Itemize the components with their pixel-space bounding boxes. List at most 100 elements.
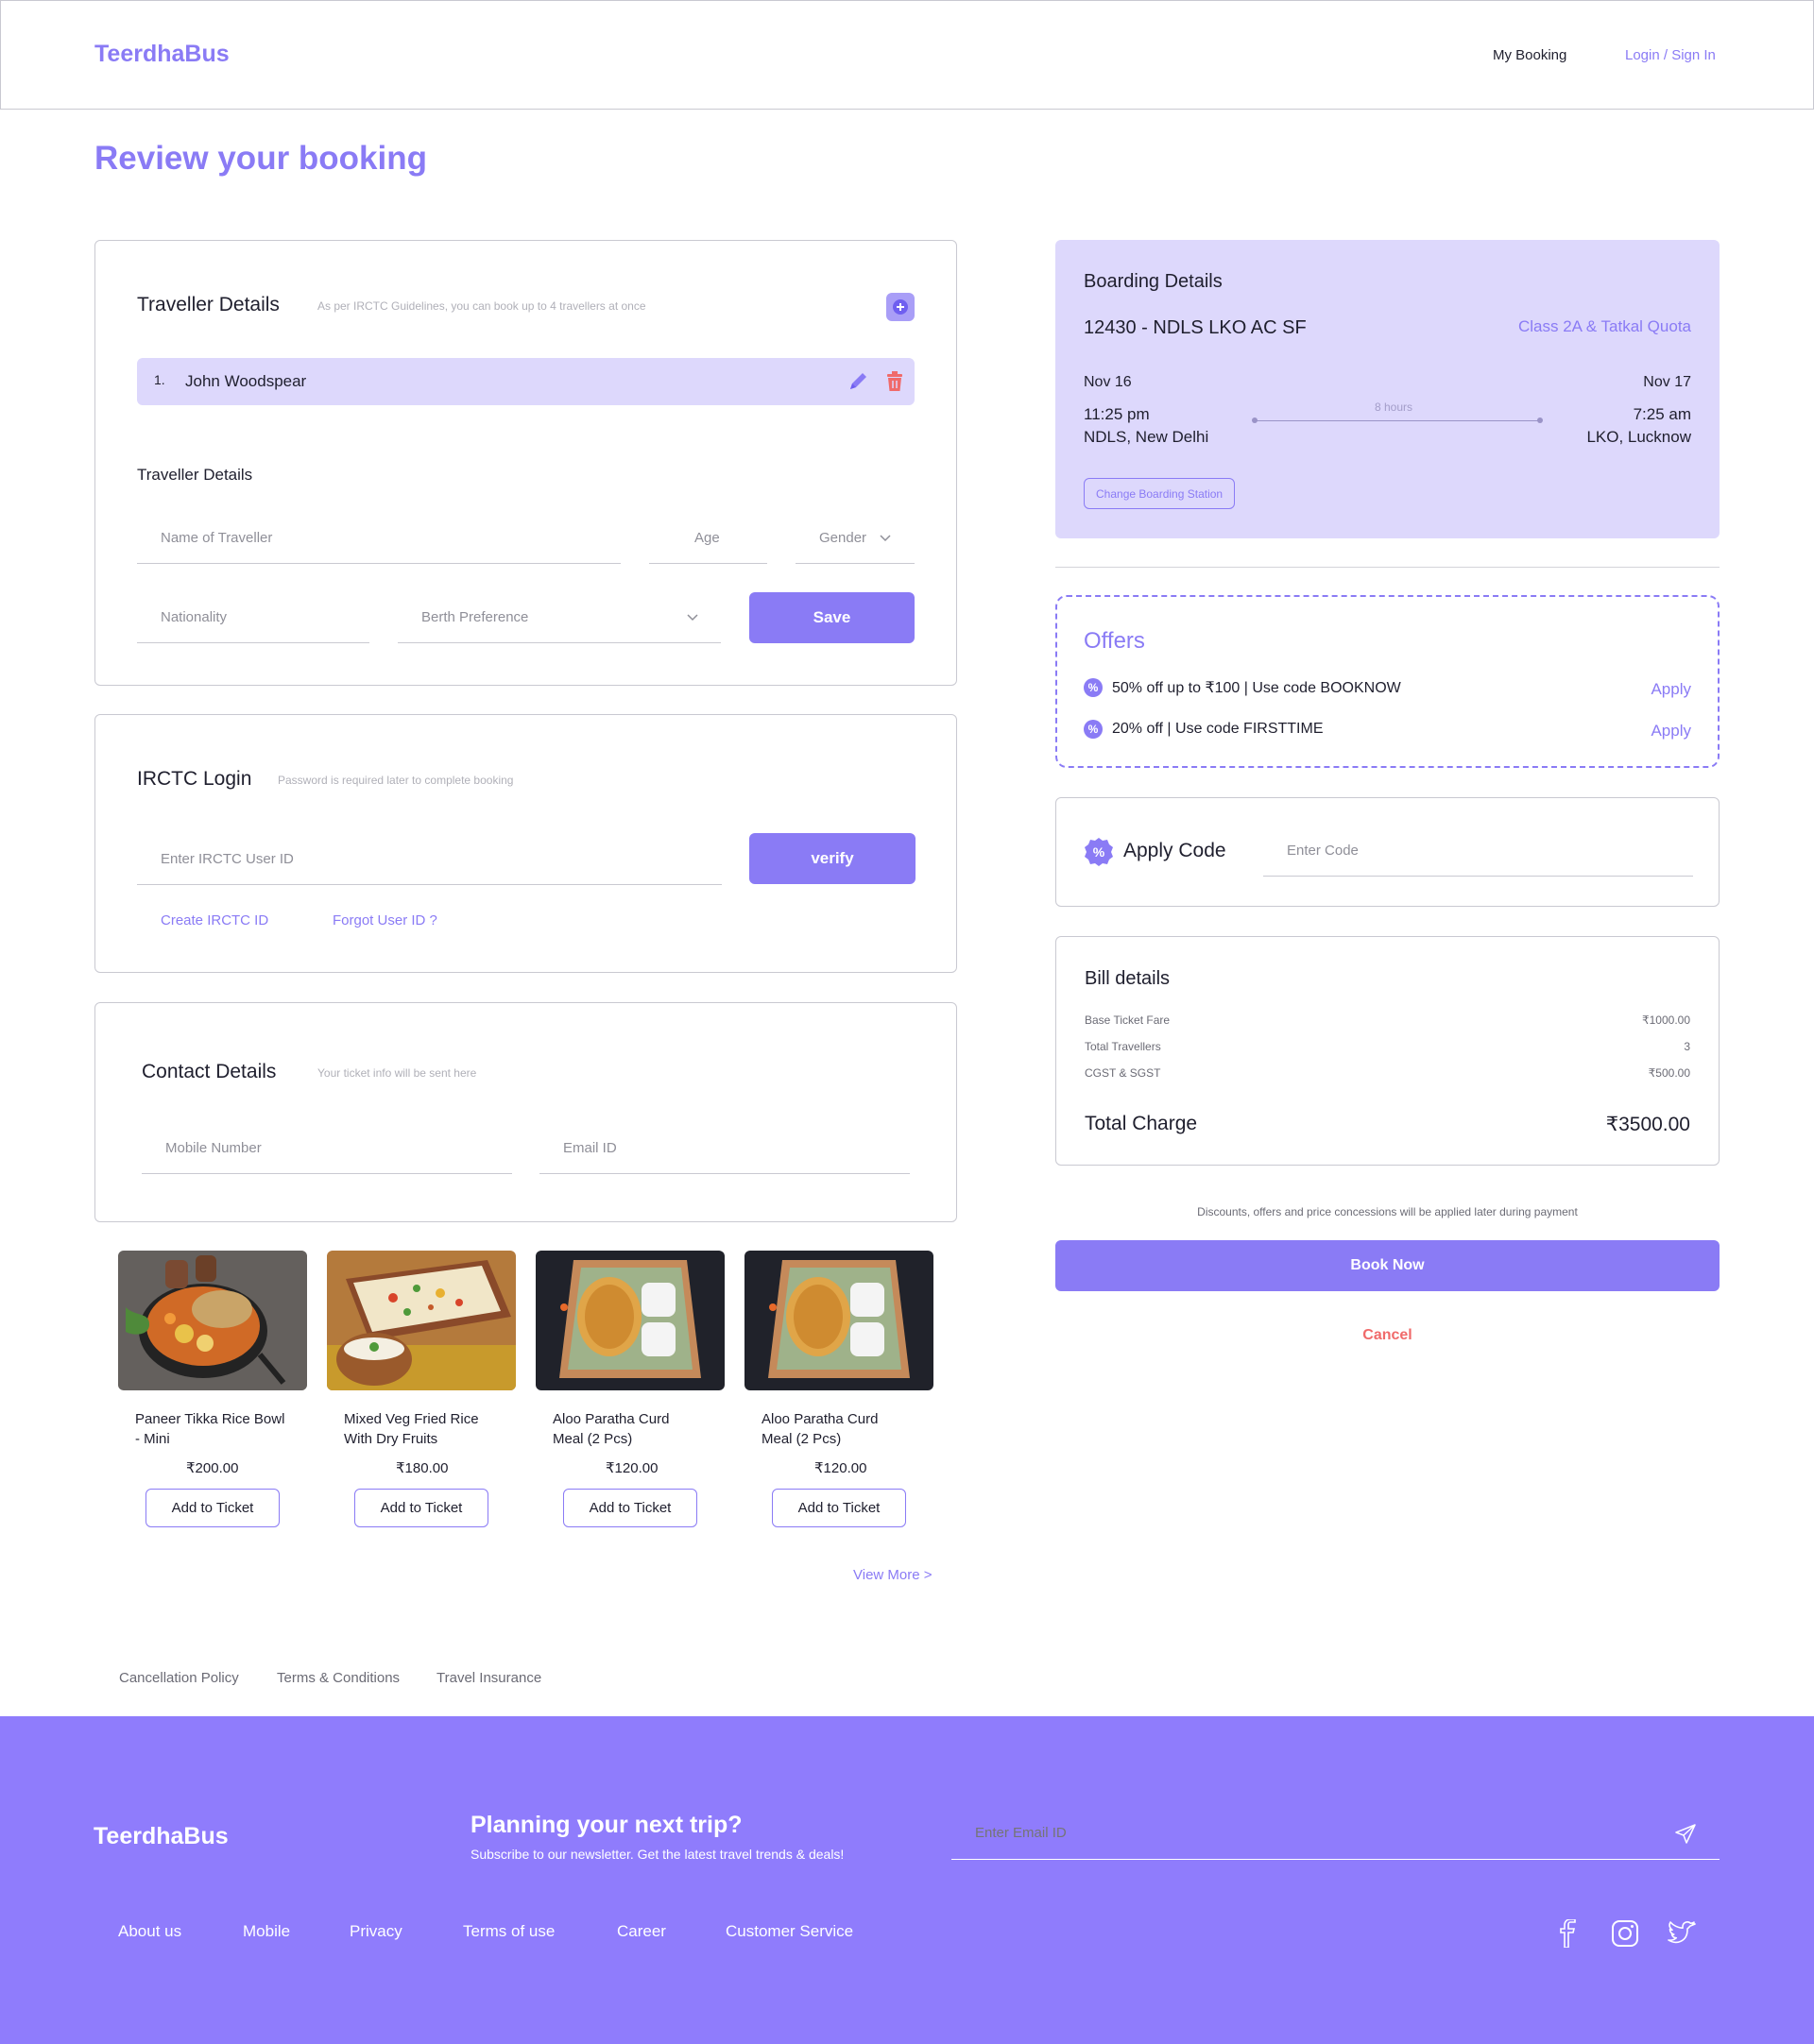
nationality-field[interactable] [161, 609, 369, 625]
chevron-down-icon [687, 613, 698, 621]
svg-text:%: % [1093, 844, 1105, 860]
arrive-date: Nov 17 [1643, 374, 1691, 390]
chevron-down-icon [880, 534, 891, 541]
newsletter-email-field[interactable] [975, 1825, 1636, 1841]
change-boarding-station-button[interactable]: Change Boarding Station [1084, 478, 1236, 509]
add-to-ticket-button[interactable]: Add to Ticket [772, 1489, 906, 1527]
food-price: ₹200.00 [186, 1460, 239, 1476]
twitter-icon[interactable] [1667, 1920, 1697, 1947]
depart-time: 11:25 pm [1084, 405, 1150, 423]
footer: TeerdhaBus Planning your next trip? Subs… [0, 1716, 1814, 2044]
berth-preference-select[interactable]: Berth Preference [398, 592, 721, 643]
apply-offer-button[interactable]: Apply [1651, 680, 1691, 699]
top-navbar: TeerdhaBus My Booking Login / Sign In [0, 0, 1814, 110]
plus-icon [893, 299, 908, 315]
add-traveller-button[interactable] [886, 293, 915, 321]
page-title: Review your booking [94, 140, 427, 177]
verify-button[interactable]: verify [749, 833, 916, 884]
irctc-userid-field[interactable] [161, 851, 722, 867]
save-traveller-button[interactable]: Save [749, 592, 915, 643]
promo-code-field[interactable] [1287, 843, 1693, 859]
apply-code-label: Apply Code [1123, 840, 1226, 861]
discount-badge-icon: % [1084, 678, 1103, 697]
bill-row-value: ₹1000.00 [1641, 1013, 1690, 1027]
send-icon[interactable] [1674, 1823, 1697, 1846]
food-price: ₹180.00 [396, 1460, 449, 1476]
bill-details-card: Bill details Base Ticket Fare ₹1000.00 T… [1055, 936, 1720, 1166]
journey-duration: 8 hours [1375, 400, 1413, 414]
food-name: Paneer Tikka Rice Bowl - Mini [135, 1411, 285, 1447]
newsletter-subtitle: Subscribe to our newsletter. Get the lat… [471, 1847, 845, 1862]
footer-link-mobile[interactable]: Mobile [243, 1922, 290, 1941]
delete-trash-icon[interactable] [885, 371, 904, 392]
book-now-button[interactable]: Book Now [1055, 1240, 1720, 1291]
arrive-station: LKO, Lucknow [1586, 428, 1691, 446]
total-charge-value: ₹3500.00 [1605, 1114, 1690, 1135]
bill-row-label: Base Ticket Fare [1085, 1013, 1171, 1027]
traveller-name-input[interactable] [137, 513, 621, 564]
class-quota: Class 2A & Tatkal Quota [1517, 317, 1691, 335]
my-booking-link[interactable]: My Booking [1493, 47, 1566, 63]
boarding-title: Boarding Details [1084, 271, 1223, 292]
traveller-form-title: Traveller Details [137, 466, 253, 484]
offer-item: % 20% off | Use code FIRSTTIME [1084, 720, 1324, 739]
journey-start-dot [1252, 417, 1258, 423]
policy-link-insurance[interactable]: Travel Insurance [436, 1670, 541, 1686]
traveller-name-field[interactable] [161, 530, 621, 546]
instagram-icon[interactable] [1611, 1919, 1639, 1948]
mobile-number-field[interactable] [165, 1140, 512, 1156]
view-more-link[interactable]: View More > [853, 1567, 933, 1583]
traveller-hint: As per IRCTC Guidelines, you can book up… [317, 299, 646, 313]
policy-link-cancellation[interactable]: Cancellation Policy [119, 1670, 239, 1686]
traveller-list-item[interactable]: 1. John Woodspear [137, 358, 915, 405]
irctc-title: IRCTC Login [137, 768, 252, 790]
discount-note: Discounts, offers and price concessions … [1197, 1205, 1578, 1218]
bill-row-value: 3 [1684, 1040, 1690, 1053]
bill-row-label: Total Travellers [1085, 1040, 1161, 1053]
food-price: ₹120.00 [814, 1460, 867, 1476]
journey-end-dot [1537, 417, 1543, 423]
gender-label: Gender [819, 530, 867, 546]
food-name: Aloo Paratha Curd Meal (2 Pcs) [553, 1411, 670, 1447]
edit-pencil-icon[interactable] [847, 371, 868, 392]
footer-link-privacy[interactable]: Privacy [350, 1922, 402, 1941]
add-to-ticket-button[interactable]: Add to Ticket [354, 1489, 488, 1527]
bill-row-label: CGST & SGST [1085, 1066, 1161, 1080]
cancel-button[interactable]: Cancel [1055, 1327, 1720, 1344]
food-name: Mixed Veg Fried Rice With Dry Fruits [344, 1411, 479, 1447]
journey-line [1255, 420, 1540, 421]
irctc-login-card: IRCTC Login Password is required later t… [94, 714, 957, 973]
irctc-userid-input[interactable] [137, 834, 722, 885]
brand-logo[interactable]: TeerdhaBus [94, 41, 230, 68]
footer-link-career[interactable]: Career [617, 1922, 666, 1941]
nationality-input[interactable] [137, 592, 369, 643]
divider [1055, 567, 1720, 568]
footer-link-customer-service[interactable]: Customer Service [726, 1922, 853, 1941]
add-to-ticket-button[interactable]: Add to Ticket [563, 1489, 697, 1527]
offer-item: % 50% off up to ₹100 | Use code BOOKNOW [1084, 678, 1401, 697]
mobile-number-input[interactable] [142, 1123, 512, 1174]
offer-text: 50% off up to ₹100 | Use code BOOKNOW [1112, 680, 1401, 696]
food-item: Paneer Tikka Rice Bowl - Mini ₹200.00 Ad… [118, 1251, 307, 1527]
newsletter-email-input[interactable] [951, 1807, 1720, 1860]
login-link[interactable]: Login / Sign In [1625, 47, 1716, 63]
policy-link-terms[interactable]: Terms & Conditions [277, 1670, 400, 1686]
age-field[interactable] [694, 530, 767, 546]
footer-link-terms[interactable]: Terms of use [463, 1922, 555, 1941]
forgot-userid-link[interactable]: Forgot User ID ? [333, 912, 437, 928]
age-input[interactable] [649, 513, 767, 564]
depart-station: NDLS, New Delhi [1084, 428, 1209, 446]
apply-offer-button[interactable]: Apply [1651, 722, 1691, 741]
footer-link-about[interactable]: About us [118, 1922, 181, 1941]
discount-badge-icon: % [1085, 838, 1113, 866]
gender-select[interactable]: Gender [796, 513, 915, 564]
food-image-veg-fried-rice [327, 1251, 516, 1390]
email-id-field[interactable] [563, 1140, 910, 1156]
create-irctc-link[interactable]: Create IRCTC ID [161, 912, 268, 928]
offers-card: Offers % 50% off up to ₹100 | Use code B… [1055, 595, 1720, 768]
add-to-ticket-button[interactable]: Add to Ticket [145, 1489, 280, 1527]
facebook-icon[interactable] [1556, 1919, 1579, 1948]
promo-code-input[interactable] [1263, 826, 1693, 877]
arrive-time: 7:25 am [1633, 405, 1691, 423]
email-id-input[interactable] [539, 1123, 910, 1174]
